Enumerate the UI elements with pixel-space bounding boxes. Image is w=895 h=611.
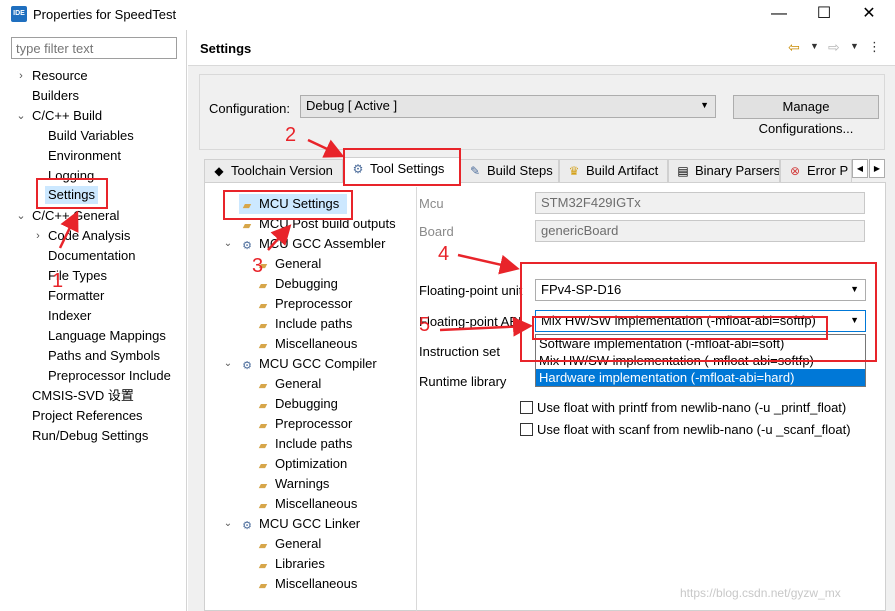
- watermark: https://blog.csdn.net/gyzw_mx: [680, 586, 841, 600]
- annotation-arrows: [58, 138, 533, 337]
- arrow-to-settings: [58, 210, 79, 249]
- arrow-to-mcu-settings: [267, 224, 292, 251]
- arrow-to-softfp-option: [439, 316, 533, 337]
- arrow-to-abi-dropdown: [457, 253, 520, 275]
- arrow-to-tool-settings: [307, 138, 345, 158]
